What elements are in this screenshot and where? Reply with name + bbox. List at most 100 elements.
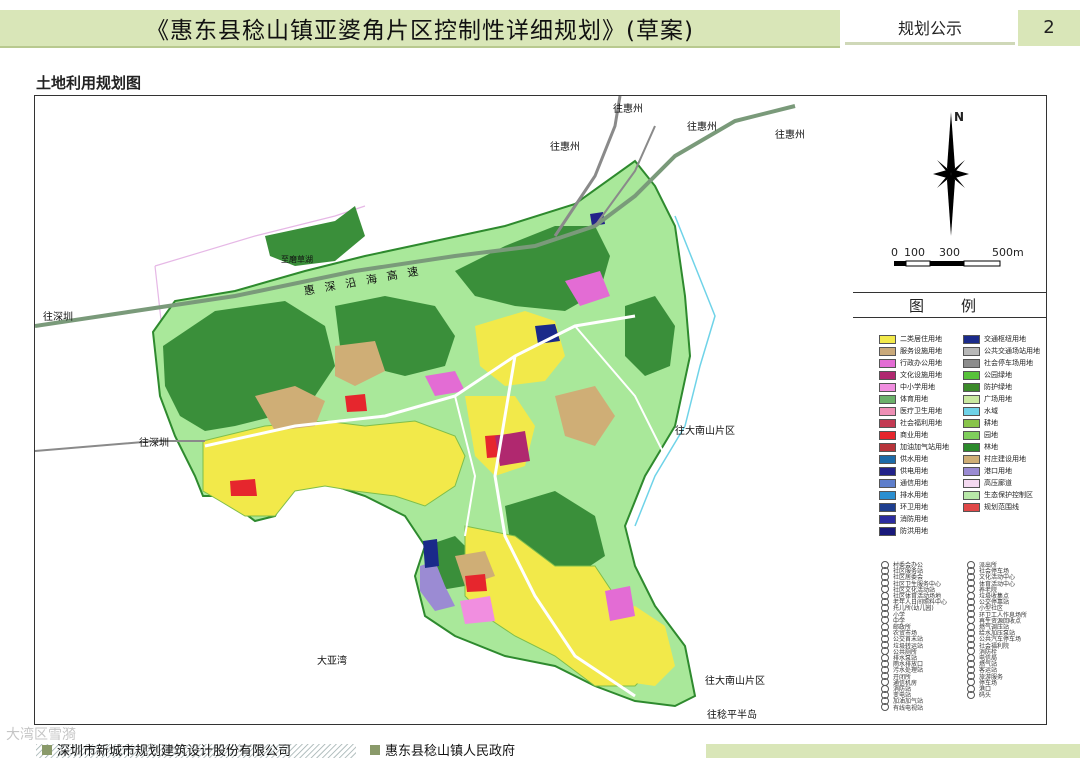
- legend-swatch: [963, 442, 980, 452]
- north-arrow-icon: [933, 112, 969, 236]
- legend-label: 交通枢纽用地: [984, 335, 1026, 343]
- footer-government: 惠东县稔山镇人民政府: [370, 740, 515, 759]
- legend-label: 体育用地: [900, 395, 928, 403]
- label-zhimotouwan: 至磨草湖: [281, 255, 313, 264]
- legend-item: 环卫用地: [879, 502, 928, 512]
- facility-icon: [881, 703, 889, 712]
- legend-item: 行政办公用地: [879, 358, 942, 368]
- legend-swatch: [963, 502, 980, 512]
- legend-item: 加油加气站用地: [879, 442, 949, 452]
- legend-item: 水域: [963, 406, 998, 416]
- legend-label: 供水用地: [900, 455, 928, 463]
- legend-label: 供电用地: [900, 467, 928, 475]
- legend-label: 公共交通场站用地: [984, 347, 1040, 355]
- legend-item: 消防用地: [879, 514, 928, 524]
- legend-item: 文化设施用地: [879, 370, 942, 380]
- legend-label: 医疗卫生用地: [900, 407, 942, 415]
- plan-title: 《惠东县稔山镇亚婆角片区控制性详细规划》(草案): [0, 10, 840, 48]
- legend-swatch: [963, 490, 980, 500]
- watermark: 大湾区雪漪: [6, 727, 76, 743]
- legend-swatch: [963, 334, 980, 344]
- legend-label: 林地: [984, 443, 998, 451]
- label-to-shenzhen-2: 往深圳: [139, 438, 169, 449]
- legend-item: 防护绿地: [963, 382, 1012, 392]
- legend-title-char-1: 图: [909, 297, 925, 315]
- label-to-jianping: 往稔平半岛: [707, 710, 757, 721]
- footer-government-text: 惠东县稔山镇人民政府: [385, 744, 516, 759]
- legend-swatch: [963, 358, 980, 368]
- legend-item: 广场用地: [963, 394, 1012, 404]
- legend-label: 通信用地: [900, 479, 928, 487]
- legend-label: 港口用地: [984, 467, 1012, 475]
- legend-label: 防护绿地: [984, 383, 1012, 391]
- legend-label: 消防用地: [900, 515, 928, 523]
- plan-subtitle: 规划公示: [845, 16, 1015, 45]
- legend-item: 体育用地: [879, 394, 928, 404]
- legend-swatch: [963, 382, 980, 392]
- legend-label: 商业用地: [900, 431, 928, 439]
- legend-item: 社会福利用地: [879, 418, 942, 428]
- page-number: 2: [1018, 10, 1080, 46]
- legend-label: 规划范围线: [984, 503, 1019, 511]
- legend-swatch: [879, 394, 896, 404]
- legend-swatch: [879, 346, 896, 356]
- legend-label: 高压廊道: [984, 479, 1012, 487]
- legend-item: 二类居住用地: [879, 334, 942, 344]
- label-to-shenzhen-1: 往深圳: [43, 312, 73, 323]
- legend-label: 二类居住用地: [900, 335, 942, 343]
- label-to-huizhou-1: 往惠州: [613, 104, 643, 115]
- legend-swatch: [963, 430, 980, 440]
- land-use-map[interactable]: 往惠州 往惠州 往惠州 往惠州 往深圳 往深圳 往大南山片区 往大南山片区 往稔…: [34, 95, 854, 725]
- legend-label: 环卫用地: [900, 503, 928, 511]
- legend-item: 公园绿地: [963, 370, 1012, 380]
- legend-item: 供电用地: [879, 466, 928, 476]
- legend-label: 服务设施用地: [900, 347, 942, 355]
- legend-label: 社会福利用地: [900, 419, 942, 427]
- label-to-danan-1: 往大南山片区: [675, 426, 735, 437]
- legend-item: 林地: [963, 442, 998, 452]
- legend-swatch: [879, 430, 896, 440]
- legend-item: 商业用地: [879, 430, 928, 440]
- legend-label: 村庄建设用地: [984, 455, 1026, 463]
- legend-swatch: [963, 454, 980, 464]
- legend-swatch: [963, 370, 980, 380]
- legend-swatch: [963, 346, 980, 356]
- scale-tick-0: 0: [891, 246, 898, 259]
- footer-company-text: 深圳市新城市规划建筑设计股份有限公司: [57, 744, 292, 759]
- legend-item: 耕地: [963, 418, 998, 428]
- legend-item: 公共交通场站用地: [963, 346, 1040, 356]
- legend-swatch: [879, 454, 896, 464]
- section-title: 土地利用规划图: [36, 74, 142, 92]
- legend-label: 园地: [984, 431, 998, 439]
- legend-item: 生态保护控制区: [963, 490, 1033, 500]
- scale-bar: [894, 260, 1001, 267]
- footer-company: 深圳市新城市规划建筑设计股份有限公司: [42, 740, 291, 759]
- legend-swatch: [879, 370, 896, 380]
- legend-item: 村庄建设用地: [963, 454, 1026, 464]
- legend-item: 供水用地: [879, 454, 928, 464]
- legend-swatch: [879, 502, 896, 512]
- legend-item: 高压廊道: [963, 478, 1012, 488]
- legend-label: 防洪用地: [900, 527, 928, 535]
- legend-swatch: [963, 478, 980, 488]
- scale-tick-100: 100: [904, 246, 925, 259]
- legend-swatch: [879, 382, 896, 392]
- legend-header: 图 例: [853, 292, 1046, 318]
- scale-tick-500m: 500m: [992, 246, 1024, 259]
- legend-item: 通信用地: [879, 478, 928, 488]
- legend-label: 水域: [984, 407, 998, 415]
- label-to-huizhou-2: 往惠州: [687, 122, 717, 133]
- legend-swatch: [963, 466, 980, 476]
- footer-square-icon: [370, 744, 380, 755]
- legend-swatch: [879, 478, 896, 488]
- label-to-huizhou-3: 往惠州: [550, 142, 580, 153]
- legend-label: 生态保护控制区: [984, 491, 1033, 499]
- legend-label: 中小学用地: [900, 383, 935, 391]
- legend-swatch: [879, 442, 896, 452]
- legend-swatch: [879, 514, 896, 524]
- footer-square-icon: [42, 744, 52, 755]
- legend-title-char-2: 例: [961, 297, 977, 315]
- legend-item: 排水用地: [879, 490, 928, 500]
- compass-north-label: N: [954, 110, 965, 124]
- legend-swatch: [963, 418, 980, 428]
